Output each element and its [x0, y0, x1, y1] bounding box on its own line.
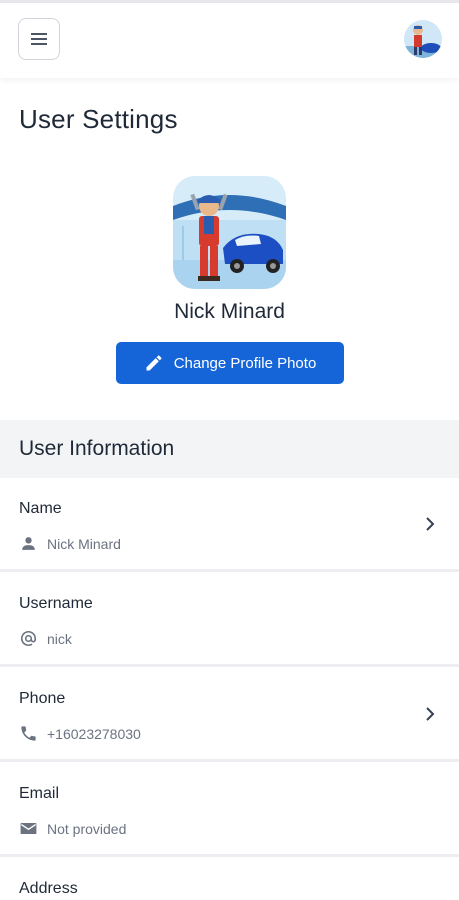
- name-value-line: Nick Minard: [19, 534, 121, 553]
- menu-button[interactable]: [18, 18, 60, 60]
- phone-row[interactable]: Phone +16023278030: [0, 668, 459, 762]
- address-label: Address: [19, 880, 78, 897]
- name-value: Nick Minard: [47, 535, 121, 552]
- name-label: Name: [19, 500, 62, 517]
- section-title: User Information: [19, 437, 175, 460]
- person-icon: [22, 537, 35, 550]
- email-row: Email Not provided: [0, 763, 459, 857]
- change-profile-photo-button[interactable]: Change Profile Photo: [116, 342, 344, 384]
- phone-value: +16023278030: [47, 725, 141, 742]
- phone-icon: [21, 726, 36, 741]
- email-value: Not provided: [47, 820, 127, 837]
- hamburger-icon: [31, 33, 47, 45]
- username-value-line: nick: [19, 629, 72, 648]
- address-row[interactable]: Address: [0, 858, 459, 900]
- phone-value-line: +16023278030: [19, 724, 141, 743]
- chevron-right-icon: [426, 707, 435, 721]
- profile-photo: [173, 176, 286, 289]
- name-row[interactable]: Name Nick Minard: [0, 478, 459, 572]
- top-app-bar: [0, 0, 459, 78]
- username-row: Username nick: [0, 573, 459, 667]
- profile-name: Nick Minard: [174, 300, 285, 323]
- username-label: Username: [19, 595, 93, 612]
- mail-icon: [20, 822, 37, 835]
- user-avatar[interactable]: [404, 20, 442, 58]
- user-information-header: User Information: [0, 420, 459, 478]
- chevron-right-icon: [426, 517, 435, 531]
- email-label: Email: [19, 785, 60, 802]
- username-value: nick: [47, 630, 72, 647]
- page-title: User Settings: [19, 104, 178, 134]
- email-value-line: Not provided: [19, 819, 126, 838]
- change-profile-photo-label: Change Profile Photo: [173, 354, 317, 372]
- at-icon: [20, 630, 37, 646]
- phone-label: Phone: [19, 690, 66, 707]
- pencil-icon: [146, 355, 162, 371]
